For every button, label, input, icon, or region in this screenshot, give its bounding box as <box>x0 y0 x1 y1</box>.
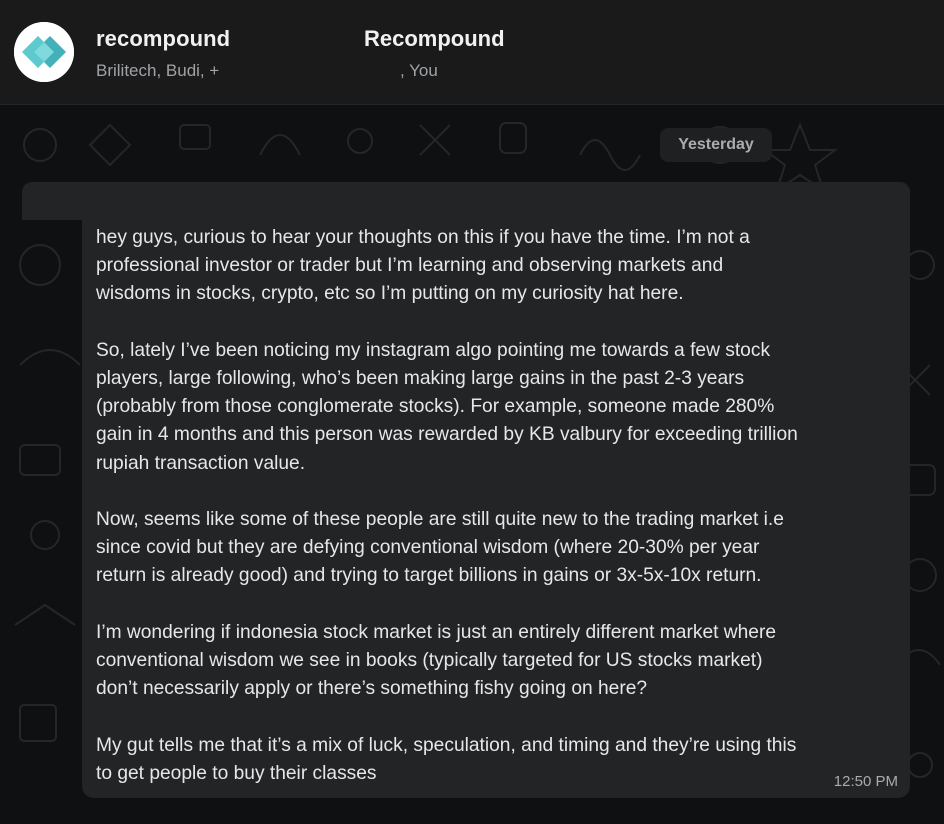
message-text[interactable]: hey guys, curious to hear your thoughts … <box>96 224 902 788</box>
chat-window: recompound Recompound Brilitech, Budi, +… <box>0 0 944 824</box>
message-paragraph: I’m wondering if indonesia stock market … <box>96 621 777 700</box>
message-paragraph: hey guys, curious to hear your thoughts … <box>96 227 750 305</box>
message-paragraph: My gut tells me that it’s a mix of luck,… <box>96 734 797 784</box>
diamond-logo-icon <box>14 22 74 82</box>
message-bubble[interactable]: hey guys, curious to hear your thoughts … <box>82 214 910 798</box>
group-members-you: , You <box>400 61 438 80</box>
group-name-part2: Recompound <box>364 26 505 51</box>
chat-header[interactable]: recompound Recompound Brilitech, Budi, +… <box>0 0 944 105</box>
message-timestamp: 12:50 PM <box>833 773 898 790</box>
message-paragraph: So, lately I’ve been noticing my instagr… <box>96 339 798 474</box>
group-members: Brilitech, Budi, + <box>96 61 220 80</box>
date-separator: Yesterday <box>660 128 772 162</box>
message-paragraph: Now, seems like some of these people are… <box>96 509 784 587</box>
group-name-part1: recompound <box>96 26 231 51</box>
group-avatar[interactable] <box>14 22 74 82</box>
group-title[interactable]: recompound Recompound <box>96 26 616 56</box>
